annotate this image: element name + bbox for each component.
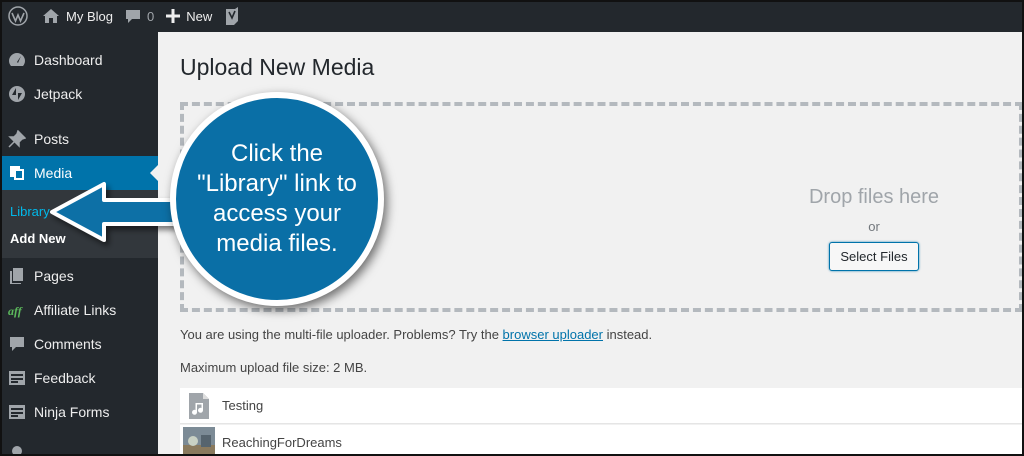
sidebar-item-label: Ninja Forms — [34, 404, 110, 420]
wordpress-logo-icon[interactable] — [0, 0, 36, 32]
sidebar-item-ninja-forms[interactable]: Ninja Forms — [0, 395, 158, 429]
sidebar-item-label: Dashboard — [34, 52, 103, 68]
media-item[interactable]: Testing — [180, 388, 1023, 424]
image-thumbnail — [182, 426, 216, 456]
site-name-link[interactable]: My Blog — [36, 0, 119, 32]
sidebar-item-comments[interactable]: Comments — [0, 327, 158, 361]
comments-count: 0 — [146, 8, 155, 24]
sidebar-item-media[interactable]: Media — [0, 156, 158, 190]
new-content-link[interactable]: New — [160, 0, 218, 32]
submenu-add-new-link[interactable]: Add New — [10, 231, 66, 246]
sidebar-item-label: Media — [34, 165, 73, 181]
submenu-library-link[interactable]: Library — [10, 204, 50, 219]
svg-text:aff: aff — [8, 304, 23, 318]
uploader-info-suffix: instead. — [602, 327, 653, 342]
sidebar-item-label: Jetpack — [34, 86, 83, 102]
sidebar-item-dashboard[interactable]: Dashboard — [0, 43, 158, 77]
comment-bubble-icon — [125, 10, 140, 23]
home-icon — [43, 9, 59, 23]
new-label: New — [186, 8, 213, 24]
aff-icon: aff — [0, 301, 34, 319]
drop-files-text: Drop files here — [808, 186, 940, 208]
media-icon — [0, 164, 34, 182]
uploader-info: You are using the multi-file uploader. P… — [180, 327, 652, 342]
sidebar-item-jetpack[interactable]: Jetpack — [0, 77, 158, 111]
media-item-name: ReachingForDreams — [222, 435, 342, 450]
pages-icon — [0, 267, 34, 285]
sidebar-item-more[interactable] — [0, 431, 158, 456]
comment-icon — [0, 335, 34, 353]
dashboard-icon — [0, 51, 34, 69]
max-upload-size: Maximum upload file size: 2 MB. — [180, 360, 368, 375]
callout-text: Click the "Library" link to access your … — [197, 140, 357, 257]
jetpack-icon — [0, 85, 34, 103]
admin-bar: My Blog 0 New — [0, 0, 1024, 32]
browser-uploader-link[interactable]: browser uploader — [503, 327, 603, 342]
comments-link[interactable]: 0 — [119, 0, 160, 32]
uploader-info-prefix: You are using the multi-file uploader. P… — [180, 327, 503, 342]
feedback-icon — [0, 369, 34, 387]
callout-bubble: Click the "Library" link to access your … — [170, 92, 384, 306]
plus-icon — [166, 9, 181, 23]
sidebar-item-affiliate-links[interactable]: aff Affiliate Links — [0, 293, 158, 327]
sidebar-item-label: Comments — [34, 336, 102, 352]
sidebar-item-label: Pages — [34, 268, 74, 284]
appearance-icon — [0, 439, 34, 456]
sidebar-item-label: Affiliate Links — [34, 302, 117, 318]
media-submenu: Library Add New — [0, 190, 158, 258]
site-name: My Blog — [66, 8, 113, 24]
drop-instructions: Drop files here or Select Files — [774, 186, 974, 271]
admin-sidebar: Dashboard Jetpack Posts Media Library Ad… — [0, 32, 158, 456]
current-menu-arrow — [150, 165, 158, 181]
sidebar-item-posts[interactable]: Posts — [0, 122, 158, 156]
media-item-name: Testing — [222, 398, 264, 413]
or-text: or — [868, 219, 880, 234]
yoast-icon[interactable] — [218, 0, 246, 32]
sidebar-item-label: Posts — [34, 131, 70, 147]
forms-icon — [0, 403, 34, 421]
sidebar-item-feedback[interactable]: Feedback — [0, 361, 158, 395]
select-files-button[interactable]: Select Files — [829, 242, 919, 271]
sidebar-item-pages[interactable]: Pages — [0, 259, 158, 293]
audio-file-icon — [182, 389, 216, 423]
media-item[interactable]: ReachingForDreams — [180, 425, 1023, 456]
pin-icon — [0, 130, 34, 148]
page-title: Upload New Media — [180, 54, 375, 80]
sidebar-item-label: Feedback — [34, 370, 96, 386]
